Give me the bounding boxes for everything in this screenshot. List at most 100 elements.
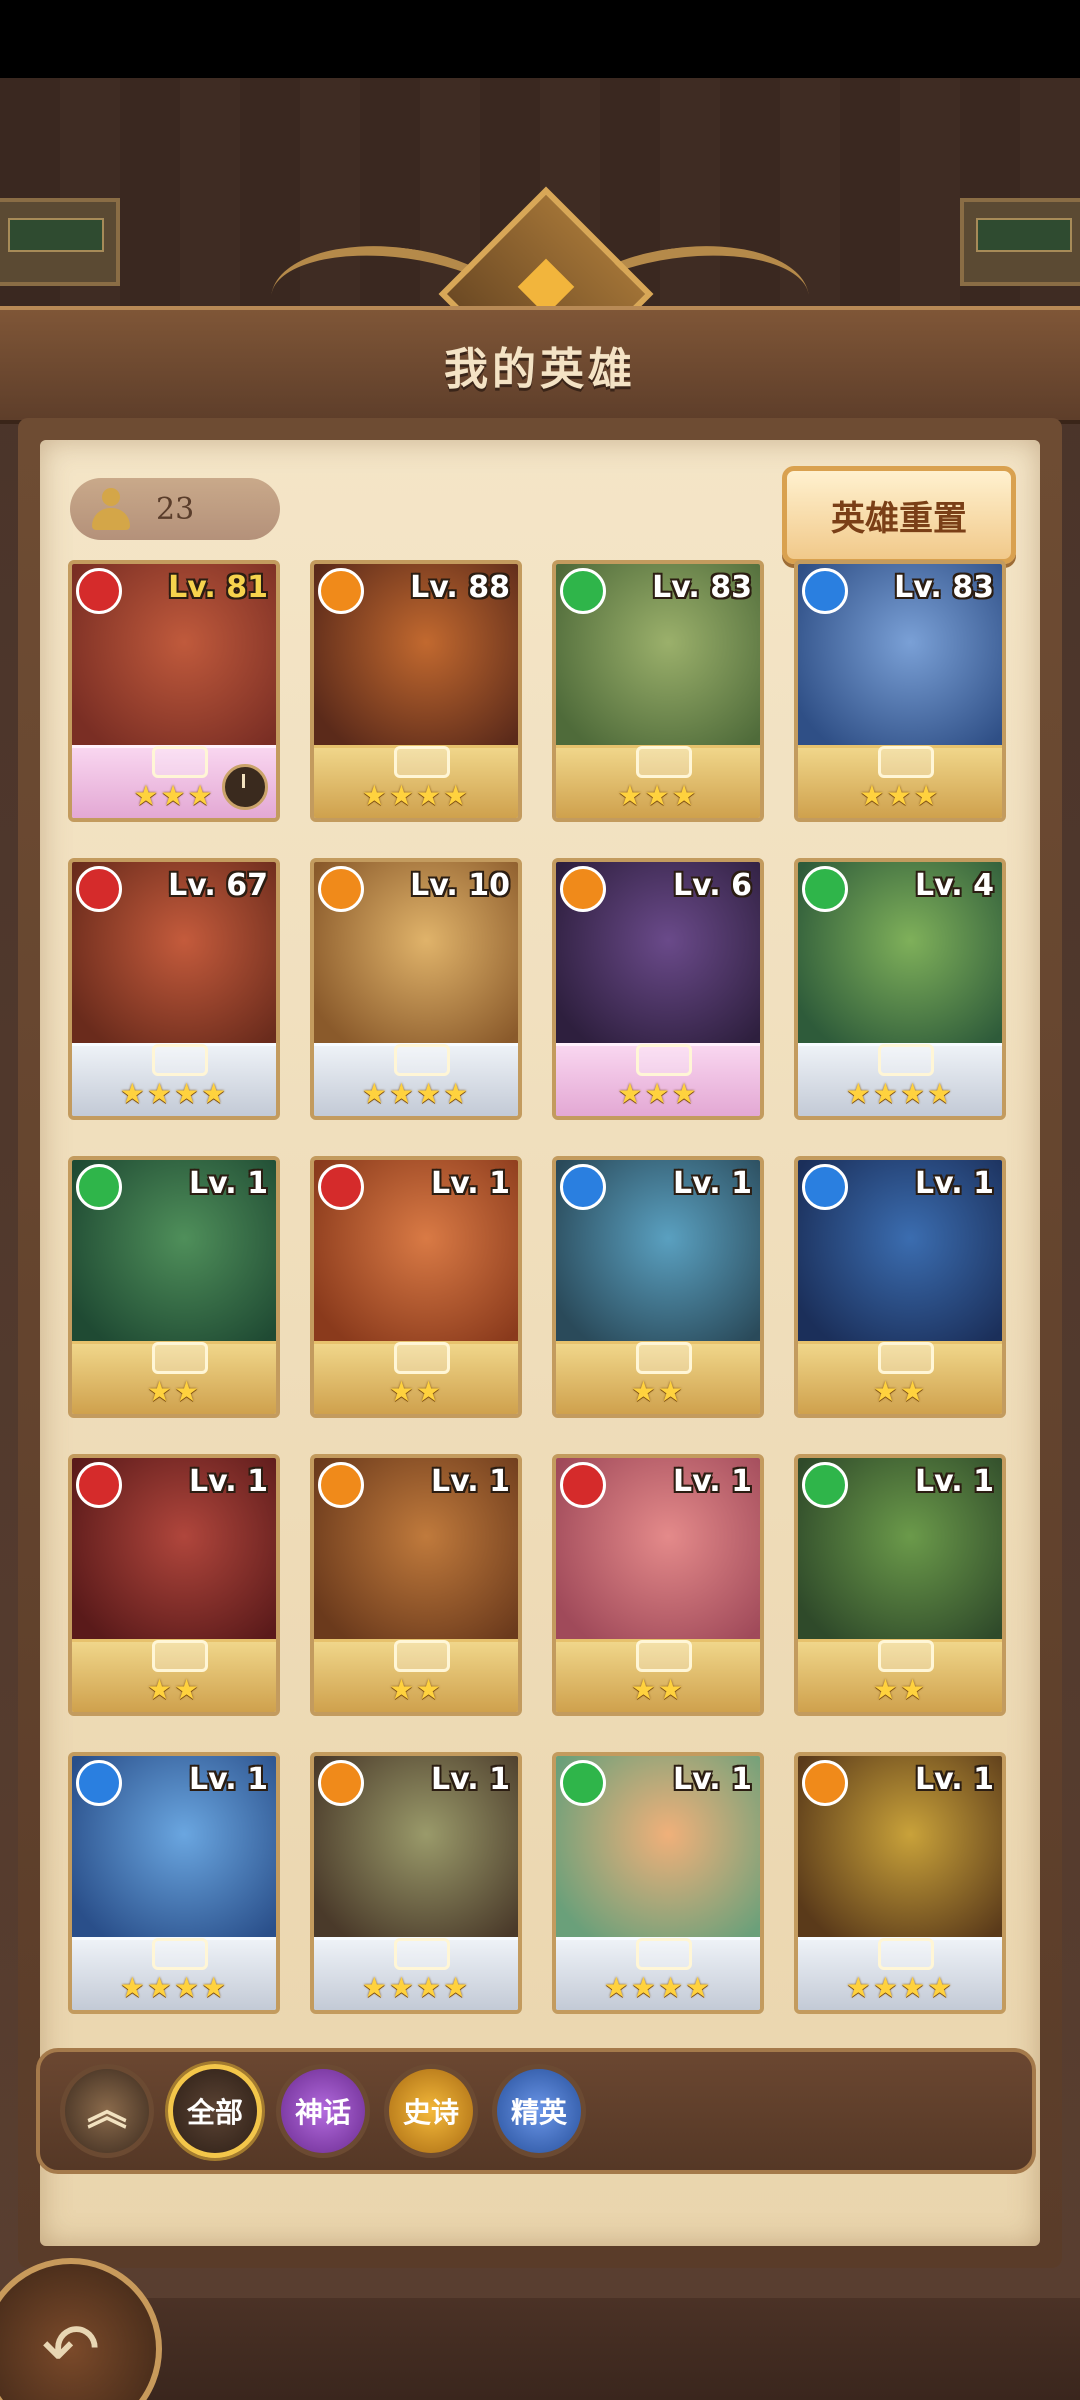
rank-ornament-icon [152,746,208,778]
star-rating: ★★★★ [603,1971,713,2004]
star-rating: ★★ [872,1375,928,1408]
hero-level: Lv. 1 [673,1464,752,1499]
star-rating: ★★ [388,1375,444,1408]
star-rating: ★★★★ [361,1971,471,2004]
star-rating: ★★ [872,1673,928,1706]
hero-card[interactable]: Lv. 81 ★★★ [68,560,280,822]
clock-icon [222,764,268,810]
star-rating: ★★★ [617,1077,699,1110]
hero-grid: Lv. 81 ★★★ Lv. 88 ★★★★ Lv. 83 ★★★ Lv. 83 ★★★ Lv.… [68,560,1018,2020]
star-rating: ★★★★ [361,779,471,812]
hero-card[interactable]: Lv. 1 ★★ [794,1454,1006,1716]
collapse-filter-button[interactable]: ︽ [60,2064,154,2158]
hero-card[interactable]: Lv. 1 ★★ [794,1156,1006,1418]
filter-elite-button[interactable]: 精英 [492,2064,586,2158]
hero-card[interactable]: Lv. 1 ★★★★ [68,1752,280,2014]
hero-card[interactable]: Lv. 88 ★★★★ [310,560,522,822]
rank-ornament-icon [152,1640,208,1672]
rank-ornament-icon [636,746,692,778]
paper-background: 23 英雄重置 Lv. 81 ★★★ Lv. 88 ★★★★ Lv. 83 ★★★ Lv. … [40,440,1040,2246]
hero-level: Lv. 1 [431,1762,510,1797]
hero-level: Lv. 83 [894,570,994,605]
rank-ornament-icon [394,1938,450,1970]
hero-card[interactable]: Lv. 83 ★★★ [794,560,1006,822]
star-rating: ★★ [630,1375,686,1408]
rank-ornament-icon [878,1044,934,1076]
hero-card[interactable]: Lv. 4 ★★★★ [794,858,1006,1120]
rank-ornament-icon [394,746,450,778]
hero-card[interactable]: Lv. 1 ★★ [552,1156,764,1418]
filter-myth-button[interactable]: 神话 [276,2064,370,2158]
water-element-icon [802,1164,848,1210]
hero-reset-button[interactable]: 英雄重置 [782,466,1016,564]
hero-card[interactable]: Lv. 1 ★★ [68,1454,280,1716]
fire-element-icon [560,1462,606,1508]
hero-level: Lv. 6 [673,868,752,903]
hero-level: Lv. 10 [410,868,510,903]
star-rating: ★★★★ [119,1971,229,2004]
fire-element-icon [76,568,122,614]
nature-element-icon [76,1164,122,1210]
hero-card[interactable]: Lv. 1 ★★★★ [552,1752,764,2014]
hero-card[interactable]: Lv. 1 ★★★★ [794,1752,1006,2014]
hero-card[interactable]: Lv. 1 ★★ [552,1454,764,1716]
star-rating: ★★ [388,1673,444,1706]
filter-epic-button[interactable]: 史诗 [384,2064,478,2158]
fire-element-icon [318,1164,364,1210]
page-title: 我的英雄 [444,344,636,395]
water-element-icon [560,1164,606,1210]
star-rating: ★★★ [617,779,699,812]
bottom-strip [0,2298,1080,2400]
hero-card[interactable]: Lv. 1 ★★ [68,1156,280,1418]
light-element-icon [318,568,364,614]
rank-ornament-icon [636,1342,692,1374]
rank-ornament-icon [394,1640,450,1672]
star-rating: ★★★ [859,779,941,812]
hero-card[interactable]: Lv. 10 ★★★★ [310,858,522,1120]
hero-card[interactable]: Lv. 1 ★★ [310,1454,522,1716]
star-rating: ★★ [146,1375,202,1408]
hero-level: Lv. 1 [915,1464,994,1499]
hero-level: Lv. 1 [673,1166,752,1201]
back-button[interactable]: ↶ [0,2258,162,2400]
light-element-icon [318,1462,364,1508]
hero-level: Lv. 88 [410,570,510,605]
hero-count: 23 [156,491,195,527]
left-pillar-decoration [0,198,120,286]
hero-level: Lv. 1 [431,1464,510,1499]
rank-ornament-icon [394,1044,450,1076]
nature-element-icon [560,568,606,614]
star-rating: ★★ [146,1673,202,1706]
light-element-icon [802,1760,848,1806]
star-rating: ★★★★ [119,1077,229,1110]
rarity-filter-bar: ︽ 全部 神话 史诗 精英 [36,2048,1036,2174]
rank-ornament-icon [878,1342,934,1374]
light-element-icon [560,866,606,912]
hero-card[interactable]: Lv. 1 ★★ [310,1156,522,1418]
hero-level: Lv. 1 [431,1166,510,1201]
hero-card[interactable]: Lv. 67 ★★★★ [68,858,280,1120]
rank-ornament-icon [152,1044,208,1076]
user-icon [92,488,130,530]
hero-level: Lv. 67 [168,868,268,903]
filter-all-button[interactable]: 全部 [168,2064,262,2158]
hero-card[interactable]: Lv. 1 ★★★★ [310,1752,522,2014]
hero-count-badge: 23 [70,478,280,540]
hero-level: Lv. 81 [168,570,268,605]
nature-element-icon [802,866,848,912]
star-rating: ★★★★ [845,1077,955,1110]
rank-ornament-icon [878,746,934,778]
rank-ornament-icon [152,1938,208,1970]
rank-ornament-icon [636,1938,692,1970]
rank-ornament-icon [636,1044,692,1076]
star-rating: ★★★★ [845,1971,955,2004]
hero-level: Lv. 1 [673,1762,752,1797]
hero-card[interactable]: Lv. 6 ★★★ [552,858,764,1120]
light-element-icon [318,1760,364,1806]
hero-level: Lv. 1 [915,1762,994,1797]
water-element-icon [802,568,848,614]
hero-card[interactable]: Lv. 83 ★★★ [552,560,764,822]
right-pillar-decoration [960,198,1080,286]
fire-element-icon [76,1462,122,1508]
rank-ornament-icon [152,1342,208,1374]
